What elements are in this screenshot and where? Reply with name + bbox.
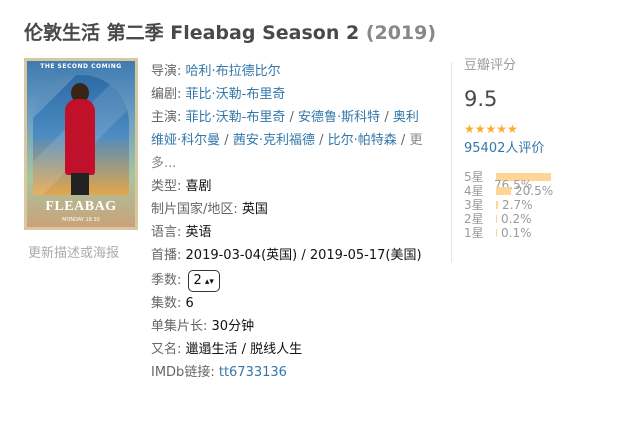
aka-row: 又名: 邋遢生活 / 脱线人生 — [151, 338, 429, 361]
director-label: 导演: — [151, 64, 182, 79]
figure-legs — [71, 173, 89, 195]
figure-body — [65, 99, 95, 175]
episodes-row: 集数: 6 — [151, 292, 429, 315]
info-panel: 导演: 哈利·布拉德比尔 编剧: 菲比·沃勒-布里奇 主演: 菲比·沃勒-布里奇… — [151, 60, 429, 384]
cast-link-4[interactable]: 茜安·克利福德 — [233, 133, 315, 148]
rating-bar-percent: 20.5% — [515, 184, 554, 198]
select-arrows-icon: ▴▾ — [204, 276, 214, 287]
rating-bar-row: 3星 2.7% — [464, 198, 614, 212]
runtime-value: 30分钟 — [211, 319, 255, 334]
runtime-row: 单集片长: 30分钟 — [151, 315, 429, 338]
poster-sub: MONDAY 18.30 — [62, 217, 100, 223]
region-value: 英国 — [241, 202, 268, 217]
rating-panel: 豆瓣评分 9.5 ★★★★★ 95402人评价 5星 76.5% 4星 20.5% 3星… — [464, 56, 614, 240]
imdb-label: IMDb链接: — [151, 365, 215, 380]
imdb-link[interactable]: tt6733136 — [219, 365, 287, 380]
cast-link-5[interactable]: 比尔·帕特森 — [328, 133, 397, 148]
rating-bar-percent: 2.7% — [502, 198, 533, 212]
language-value: 英语 — [185, 225, 212, 240]
rating-bar-star-label: 1星 — [464, 226, 484, 240]
rating-bar-row: 5星 76.5% — [464, 170, 614, 192]
rating-bar-star-label: 3星 — [464, 198, 484, 212]
region-row: 制片国家/地区: 英国 — [151, 198, 429, 221]
genre-value: 喜剧 — [185, 179, 212, 194]
language-row: 语言: 英语 — [151, 221, 429, 244]
season-row: 季数: 2 ▴▾ — [151, 269, 429, 292]
language-label: 语言: — [151, 225, 182, 240]
rating-bar-fill — [496, 229, 497, 237]
cast-link-1[interactable]: 菲比·沃勒-布里奇 — [186, 110, 286, 125]
rating-bar-percent: 0.2% — [501, 212, 532, 226]
genre-row: 类型: 喜剧 — [151, 175, 429, 198]
title-main: 伦敦生活 第二季 Fleabag Season 2 — [24, 22, 360, 44]
rating-bar-star-label: 4星 — [464, 184, 484, 198]
season-value: 2 — [193, 272, 202, 288]
poster-brand: FLEABAG — [45, 199, 117, 214]
rating-count-link[interactable]: 95402人评价 — [464, 140, 614, 158]
rating-bar-fill — [496, 187, 511, 195]
premiere-value: 2019-03-04(英国) / 2019-05-17(美国) — [185, 248, 422, 263]
poster-image[interactable]: THE SECOND COMING FLEABAG MONDAY 18.30 — [24, 58, 138, 230]
genre-label: 类型: — [151, 179, 182, 194]
rating-bar-row: 2星 0.2% — [464, 212, 614, 226]
rating-bar-fill — [496, 201, 498, 209]
cast-link-2[interactable]: 安德鲁·斯科特 — [298, 110, 380, 125]
update-description-link[interactable]: 更新描述或海报 — [28, 242, 119, 261]
aka-label: 又名: — [151, 342, 182, 357]
rating-bar-row: 1星 0.1% — [464, 226, 614, 240]
rating-bar-star-label: 2星 — [464, 212, 484, 226]
poster-top-text: THE SECOND COMING — [40, 63, 122, 70]
writer-label: 编剧: — [151, 87, 182, 102]
rating-score: 9.5 — [464, 87, 498, 111]
rating-bar-star-label: 5星 — [464, 170, 484, 184]
runtime-label: 单集片长: — [151, 319, 208, 334]
cast-row: 主演: 菲比·沃勒-布里奇 / 安德鲁·斯科特 / 奥利维娅·科尔曼 / 茜安·… — [151, 110, 423, 171]
cast-label: 主演: — [151, 110, 182, 125]
rating-label: 豆瓣评分 — [464, 58, 517, 73]
rating-stars-icon: ★★★★★ — [464, 122, 518, 136]
vertical-divider — [451, 62, 452, 262]
premiere-row: 首播: 2019-03-04(英国) / 2019-05-17(美国) — [151, 244, 429, 267]
aka-value: 邋遢生活 / 脱线人生 — [185, 342, 303, 357]
writer-link[interactable]: 菲比·沃勒-布里奇 — [186, 87, 286, 102]
writer-row: 编剧: 菲比·沃勒-布里奇 — [151, 83, 429, 106]
rating-bar-percent: 0.1% — [501, 226, 532, 240]
page-title: 伦敦生活 第二季 Fleabag Season 2 (2019) — [24, 18, 436, 45]
season-label: 季数: — [151, 273, 182, 288]
episodes-label: 集数: — [151, 296, 182, 311]
imdb-row: IMDb链接: tt6733136 — [151, 361, 429, 384]
rating-bar-row: 4星 20.5% — [464, 184, 614, 198]
director-row: 导演: 哈利·布拉德比尔 — [151, 60, 429, 83]
rating-distribution: 5星 76.5% 4星 20.5% 3星 2.7% 2星 0.2% 1星 0.1% — [464, 170, 614, 240]
season-select[interactable]: 2 ▴▾ — [187, 269, 220, 292]
region-label: 制片国家/地区: — [151, 202, 238, 217]
episodes-value: 6 — [185, 296, 194, 311]
director-link[interactable]: 哈利·布拉德比尔 — [186, 64, 281, 79]
rating-bar-fill — [496, 215, 497, 223]
title-year: (2019) — [365, 22, 437, 44]
premiere-label: 首播: — [151, 248, 182, 263]
